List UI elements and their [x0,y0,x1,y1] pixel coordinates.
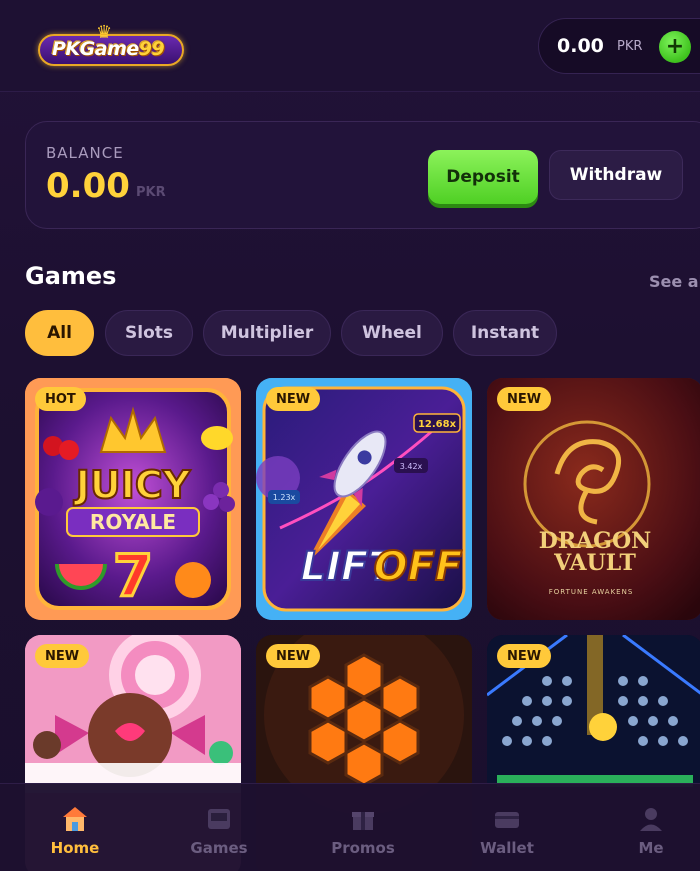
juicy-royale-title-line2: ROYALE [90,510,176,534]
juicy-royale-art: JUICY ROYALE 7 [25,378,241,620]
nav-label-games: Games [190,839,248,857]
nav-item-wallet[interactable]: Wallet [437,784,577,871]
tile-badge-new: NEW [266,387,321,411]
app-page: ♛ PKGame99 0.00 PKR + BALANCE 0.00 PKR D… [0,0,700,871]
wallet-icon [495,812,519,828]
dragon-vault-tagline: FORTUNE AWAKENS [549,588,634,596]
top-header: ♛ PKGame99 0.00 PKR + [0,0,700,92]
bottom-nav: Home Games Promos Wallet Me [0,783,700,871]
logo-text-main: PKGame [52,38,139,60]
game-tile-dragon-vault[interactable]: DRAGON VAULT FORTUNE AWAKENS NEW [487,378,700,620]
nav-item-me[interactable]: Me [581,784,700,871]
filter-chip-multiplier[interactable]: Multiplier [203,310,331,356]
withdraw-button[interactable]: Withdraw [549,150,683,200]
wallet-amount: 0.00 [557,35,604,57]
nav-item-games[interactable]: Games [149,784,289,871]
see-all-link[interactable]: See all [649,272,700,291]
filter-chip-slots[interactable]: Slots [105,310,193,356]
add-funds-button[interactable]: + [659,31,691,63]
nav-label-wallet: Wallet [480,839,534,857]
lift-off-multiplier-high: 12.68x [418,419,457,430]
dragon-vault-art: DRAGON VAULT FORTUNE AWAKENS [487,378,700,620]
games-icon [208,809,230,829]
logo-text: PKGame99 [52,38,165,60]
juicy-royale-seven: 7 [113,542,153,610]
deposit-button[interactable]: Deposit [428,150,538,204]
balance-label: BALANCE [46,144,124,162]
games-section-title: Games [25,262,117,290]
tile-badge-new: NEW [35,644,90,668]
lift-off-title-line2: OFF [374,544,463,590]
logo-text-accent: 99 [138,38,165,60]
tile-badge-hot: HOT [35,387,86,411]
lift-off-art: 12.68x 3.42x 1.23x LIFT OFF [256,378,472,620]
brand-logo[interactable]: ♛ PKGame99 [34,22,184,72]
tile-badge-new: NEW [497,387,552,411]
gift-icon [352,812,374,830]
nav-item-promos[interactable]: Promos [293,784,433,871]
home-icon [63,807,87,831]
plus-icon: + [665,34,685,59]
nav-label-me: Me [638,839,664,857]
game-filter-chips: All Slots Multiplier Wheel Instant [25,310,700,358]
wallet-currency: PKR [617,39,643,54]
nav-label-promos: Promos [331,839,395,857]
filter-chip-wheel[interactable]: Wheel [341,310,443,356]
wallet-chip[interactable]: 0.00 PKR + [538,18,700,74]
juicy-royale-title-line1: JUICY [73,463,191,507]
tile-badge-new: NEW [266,644,321,668]
lift-off-multiplier-low: 1.23x [273,493,296,502]
nav-item-home[interactable]: Home [5,784,145,871]
lift-off-multiplier-mid: 3.42x [400,462,423,471]
dragon-vault-title-line2: VAULT [553,550,636,576]
balance-amount: 0.00 [46,166,130,206]
nav-label-home: Home [50,839,100,857]
filter-chip-instant[interactable]: Instant [453,310,557,356]
game-tile-juicy-royale[interactable]: JUICY ROYALE 7 HOT [25,378,241,620]
balance-card: BALANCE 0.00 PKR Deposit Withdraw [25,121,700,229]
game-tile-lift-off[interactable]: 12.68x 3.42x 1.23x LIFT OFF NEW [256,378,472,620]
user-icon [640,808,662,831]
tile-badge-new: NEW [497,644,552,668]
balance-currency: PKR [136,185,166,200]
filter-chip-all[interactable]: All [25,310,94,356]
